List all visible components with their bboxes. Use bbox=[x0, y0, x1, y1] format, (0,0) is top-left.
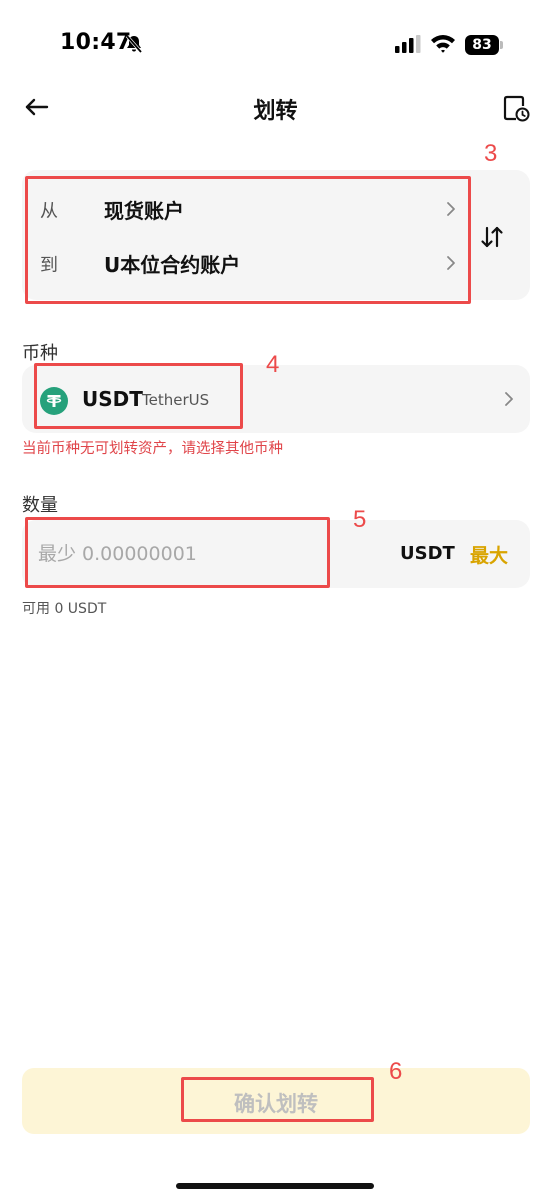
annotation-box-5 bbox=[25, 517, 330, 588]
currency-warning-text: 当前币种无可划转资产，请选择其他币种 bbox=[22, 441, 283, 457]
annotation-box-6 bbox=[181, 1077, 374, 1122]
max-amount-button[interactable]: 最大 bbox=[470, 541, 508, 568]
swap-accounts-icon[interactable] bbox=[477, 222, 507, 252]
annotation-number-6: 6 bbox=[389, 1058, 403, 1085]
status-time: 10:47 bbox=[60, 30, 132, 55]
transfer-history-icon[interactable] bbox=[502, 94, 530, 122]
amount-section-label: 数量 bbox=[22, 495, 58, 516]
annotation-box-4 bbox=[34, 363, 243, 429]
currency-section-label: 币种 bbox=[22, 343, 58, 364]
home-indicator bbox=[176, 1183, 374, 1189]
battery-level: 83 bbox=[465, 35, 499, 55]
page-title: 划转 bbox=[253, 99, 298, 124]
cellular-signal-icon bbox=[395, 35, 421, 53]
wifi-icon bbox=[431, 35, 455, 53]
annotation-number-5: 5 bbox=[353, 506, 367, 533]
available-balance: 可用 0 USDT bbox=[22, 601, 107, 617]
chevron-right-icon bbox=[505, 392, 513, 406]
transfer-screen: 10:47 83 划转 从 现货账户 到 U本位合约账户 币种 USDT Tet… bbox=[0, 0, 551, 1200]
battery-indicator: 83 bbox=[465, 35, 505, 55]
battery-cap bbox=[500, 41, 503, 49]
status-bar: 10:47 83 bbox=[0, 0, 551, 90]
page-header: 划转 bbox=[0, 80, 551, 136]
annotation-number-3: 3 bbox=[484, 140, 498, 167]
annotation-box-3 bbox=[25, 176, 471, 304]
annotation-number-4: 4 bbox=[266, 351, 280, 378]
amount-unit: USDT bbox=[400, 543, 455, 564]
bell-muted-icon bbox=[125, 34, 143, 54]
